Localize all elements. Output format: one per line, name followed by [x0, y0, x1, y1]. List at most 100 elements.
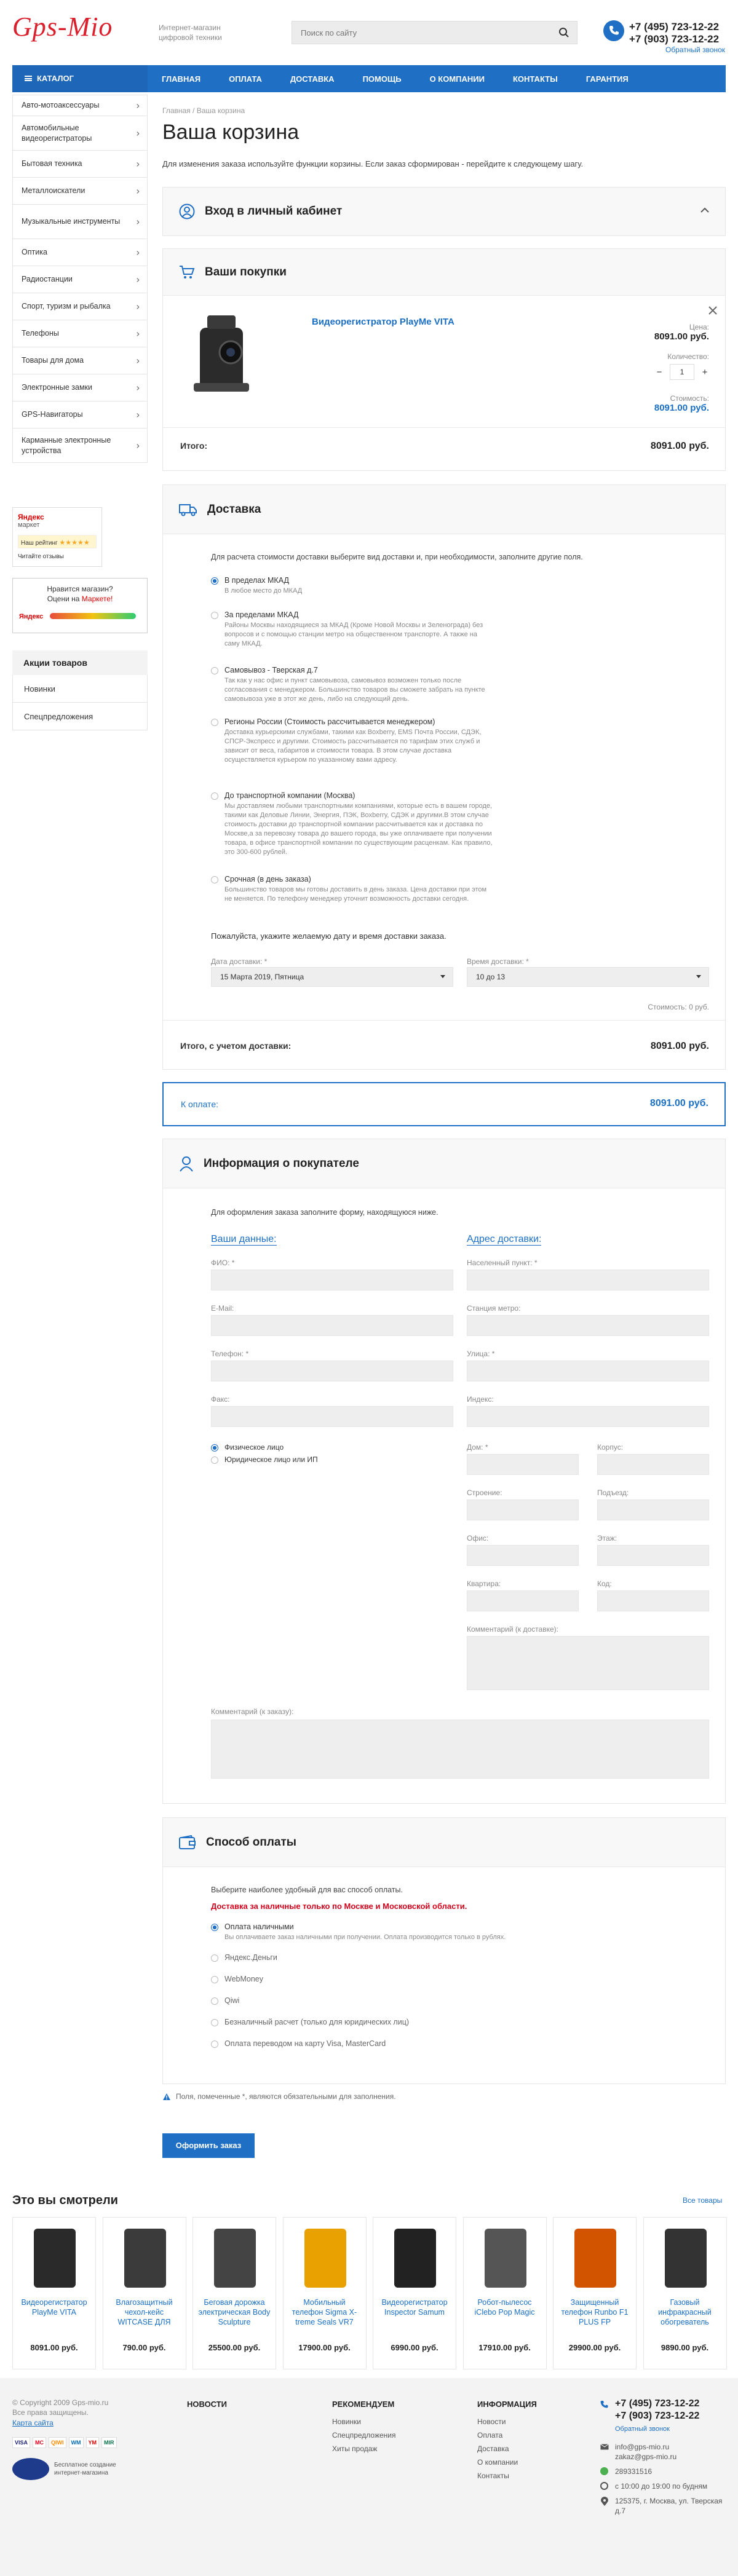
radio[interactable]	[211, 1954, 218, 1962]
rate-shop-widget[interactable]: Нравится магазин? Оцени на Маркете! Янде…	[12, 578, 148, 633]
radio[interactable]	[211, 2019, 218, 2026]
footer-link[interactable]: Спецпредложения	[332, 2428, 396, 2442]
sidebar-item[interactable]: Спорт, туризм и рыбалка	[12, 293, 148, 320]
phone-field[interactable]	[211, 1361, 453, 1381]
time-select[interactable]: 10 до 13	[467, 967, 709, 987]
radio[interactable]	[211, 792, 218, 800]
product-card[interactable]: Газовый инфракрасный обогреватель 9890.00…	[643, 2217, 727, 2369]
product-thumbnail[interactable]	[214, 2229, 256, 2288]
product-card-name[interactable]: Робот-пылесос iClebo Pop Magic	[467, 2297, 542, 2317]
radio[interactable]	[211, 1997, 218, 2005]
catalog-button[interactable]: КАТАЛОГ	[12, 65, 148, 92]
close-icon[interactable]	[708, 306, 718, 315]
footer-phone-1[interactable]: +7 (495) 723-12-22	[615, 2398, 729, 2410]
sidebar-item[interactable]: Автомобильные видеорегистраторы	[12, 116, 148, 151]
product-card-name[interactable]: Беговая дорожка электрическая Body Sculp…	[197, 2297, 272, 2327]
reviews-link[interactable]: Читайте отзывы	[18, 553, 64, 560]
product-card-name[interactable]: Мобильный телефон Sigma X-treme Seals VR…	[287, 2297, 362, 2327]
delivery-comment-field[interactable]	[467, 1636, 709, 1690]
radio[interactable]	[211, 876, 218, 883]
sidebar-item[interactable]: Карманные электронные устройства	[12, 429, 148, 463]
payment-option[interactable]: Qiwi	[211, 1996, 239, 2005]
search-input[interactable]	[292, 22, 538, 44]
product-thumbnail[interactable]	[574, 2229, 616, 2288]
product-thumbnail[interactable]	[664, 2229, 707, 2288]
product-card-name[interactable]: Защищенный телефон Runbo F1 PLUS FP	[557, 2297, 632, 2327]
product-card[interactable]: Беговая дорожка электрическая Body Sculp…	[192, 2217, 276, 2369]
delivery-option[interactable]: Самовывоз - Тверская д.7 Так как у нас оф…	[211, 666, 494, 704]
podezd-field[interactable]	[597, 1499, 709, 1520]
radio-selected[interactable]	[211, 577, 218, 585]
all-products-link[interactable]: Все товары	[683, 2196, 722, 2205]
radio[interactable]	[211, 719, 218, 726]
fio-field[interactable]	[211, 1270, 453, 1290]
nav-item-payment[interactable]: ОПЛАТА	[215, 65, 276, 92]
eshop-badge[interactable]: Бесплатное создание интернет-магазина	[12, 2458, 148, 2480]
sidebar-item[interactable]: Металлоискатели	[12, 178, 148, 205]
product-thumbnail[interactable]	[484, 2229, 526, 2288]
breadcrumb-home[interactable]: Главная	[162, 106, 191, 115]
sidebar-item[interactable]: Музыкальные инструменты	[12, 205, 148, 239]
office-field[interactable]	[467, 1545, 579, 1566]
footer-callback-link[interactable]: Обратный звонок	[615, 2422, 729, 2436]
nav-item-delivery[interactable]: ДОСТАВКА	[276, 65, 349, 92]
sidebar-item[interactable]: Телефоны	[12, 320, 148, 347]
nav-item-warranty[interactable]: ГАРАНТИЯ	[572, 65, 643, 92]
street-field[interactable]	[467, 1361, 709, 1381]
delivery-option[interactable]: До транспортной компании (Москва) Мы дост…	[211, 791, 494, 857]
stroenie-field[interactable]	[467, 1499, 579, 1520]
callback-link[interactable]: Обратный звонок	[665, 45, 725, 54]
nav-item-home[interactable]: ГЛАВНАЯ	[148, 65, 215, 92]
sidebar-item[interactable]: Радиостанции	[12, 266, 148, 293]
nav-item-contacts[interactable]: КОНТАКТЫ	[499, 65, 572, 92]
footer-link[interactable]: Новинки	[332, 2415, 396, 2428]
flat-field[interactable]	[467, 1590, 579, 1611]
radio[interactable]	[211, 612, 218, 619]
product-card[interactable]: Защищенный телефон Runbo F1 PLUS FP 29900…	[553, 2217, 637, 2369]
sidebar-item[interactable]: Товары для дома	[12, 347, 148, 374]
product-card-name[interactable]: Видеорегистратор Inspector Samum	[377, 2297, 452, 2317]
delivery-option[interactable]: В пределах МКАД В любое место до МКАД	[211, 576, 494, 596]
qty-plus-button[interactable]: +	[697, 367, 713, 377]
radio-selected[interactable]	[211, 1924, 218, 1931]
promo-item-special[interactable]: Спецпредложения	[12, 703, 148, 730]
nav-item-help[interactable]: ПОМОЩЬ	[349, 65, 416, 92]
product-image[interactable]	[175, 309, 271, 408]
footer-email-1[interactable]: info@gps-mio.ru	[615, 2442, 729, 2452]
promo-item-new[interactable]: Новинки	[12, 675, 148, 703]
footer-link[interactable]: Доставка	[477, 2442, 537, 2455]
sidebar-item[interactable]: Оптика	[12, 239, 148, 266]
product-card-name[interactable]: Влагозащитный чехол-кейс WITCASE ДЛЯ	[107, 2297, 182, 2327]
footer-link[interactable]: Новости	[477, 2415, 537, 2428]
footer-link[interactable]: О компании	[477, 2455, 537, 2469]
fax-field[interactable]	[211, 1406, 453, 1427]
product-card[interactable]: Влагозащитный чехол-кейс WITCASE ДЛЯ 790.…	[102, 2217, 186, 2369]
login-section[interactable]: Вход в личный кабинет	[162, 187, 726, 236]
delivery-option[interactable]: Срочная (в день заказа) Большинство товар…	[211, 875, 494, 904]
product-card-name[interactable]: Видеорегистратор PlayMe VITA	[17, 2297, 92, 2317]
product-thumbnail[interactable]	[34, 2229, 76, 2288]
product-card[interactable]: Видеорегистратор Inspector Samum 6990.00 …	[373, 2217, 456, 2369]
radio[interactable]	[211, 2041, 218, 2048]
product-thumbnail[interactable]	[124, 2229, 166, 2288]
payment-option[interactable]: Оплата наличными Вы оплачиваете заказ нал…	[211, 1922, 580, 1942]
product-card-name[interactable]: Газовый инфракрасный обогреватель	[648, 2297, 723, 2327]
sidebar-item[interactable]: GPS-Навигаторы	[12, 401, 148, 429]
delivery-option[interactable]: Регионы России (Стоимость рассчитывается…	[211, 717, 494, 765]
email-field[interactable]	[211, 1315, 453, 1336]
footer-email-2[interactable]: zakaz@gps-mio.ru	[615, 2452, 729, 2462]
footer-link[interactable]: Контакты	[477, 2469, 537, 2483]
index-field[interactable]	[467, 1406, 709, 1427]
sidebar-item[interactable]: Бытовая техника	[12, 151, 148, 178]
rate-scale[interactable]	[50, 613, 136, 619]
footer-link[interactable]: Оплата	[477, 2428, 537, 2442]
metro-field[interactable]	[467, 1315, 709, 1336]
code-field[interactable]	[597, 1590, 709, 1611]
header-phone-2[interactable]: +7 (903) 723-12-22	[629, 33, 719, 45]
yandex-rating-widget[interactable]: Яндекс маркет Наш рейтинг ★★★★★ Читайте …	[12, 507, 102, 567]
payment-option[interactable]: WebMoney	[211, 1975, 263, 1983]
person-type-option[interactable]: Юридическое лицо или ИП	[211, 1455, 318, 1464]
qty-input[interactable]: 1	[670, 364, 694, 380]
delivery-option[interactable]: За пределами МКАД Районы Москвы находящие…	[211, 610, 494, 649]
footer-link[interactable]: Хиты продаж	[332, 2442, 396, 2455]
